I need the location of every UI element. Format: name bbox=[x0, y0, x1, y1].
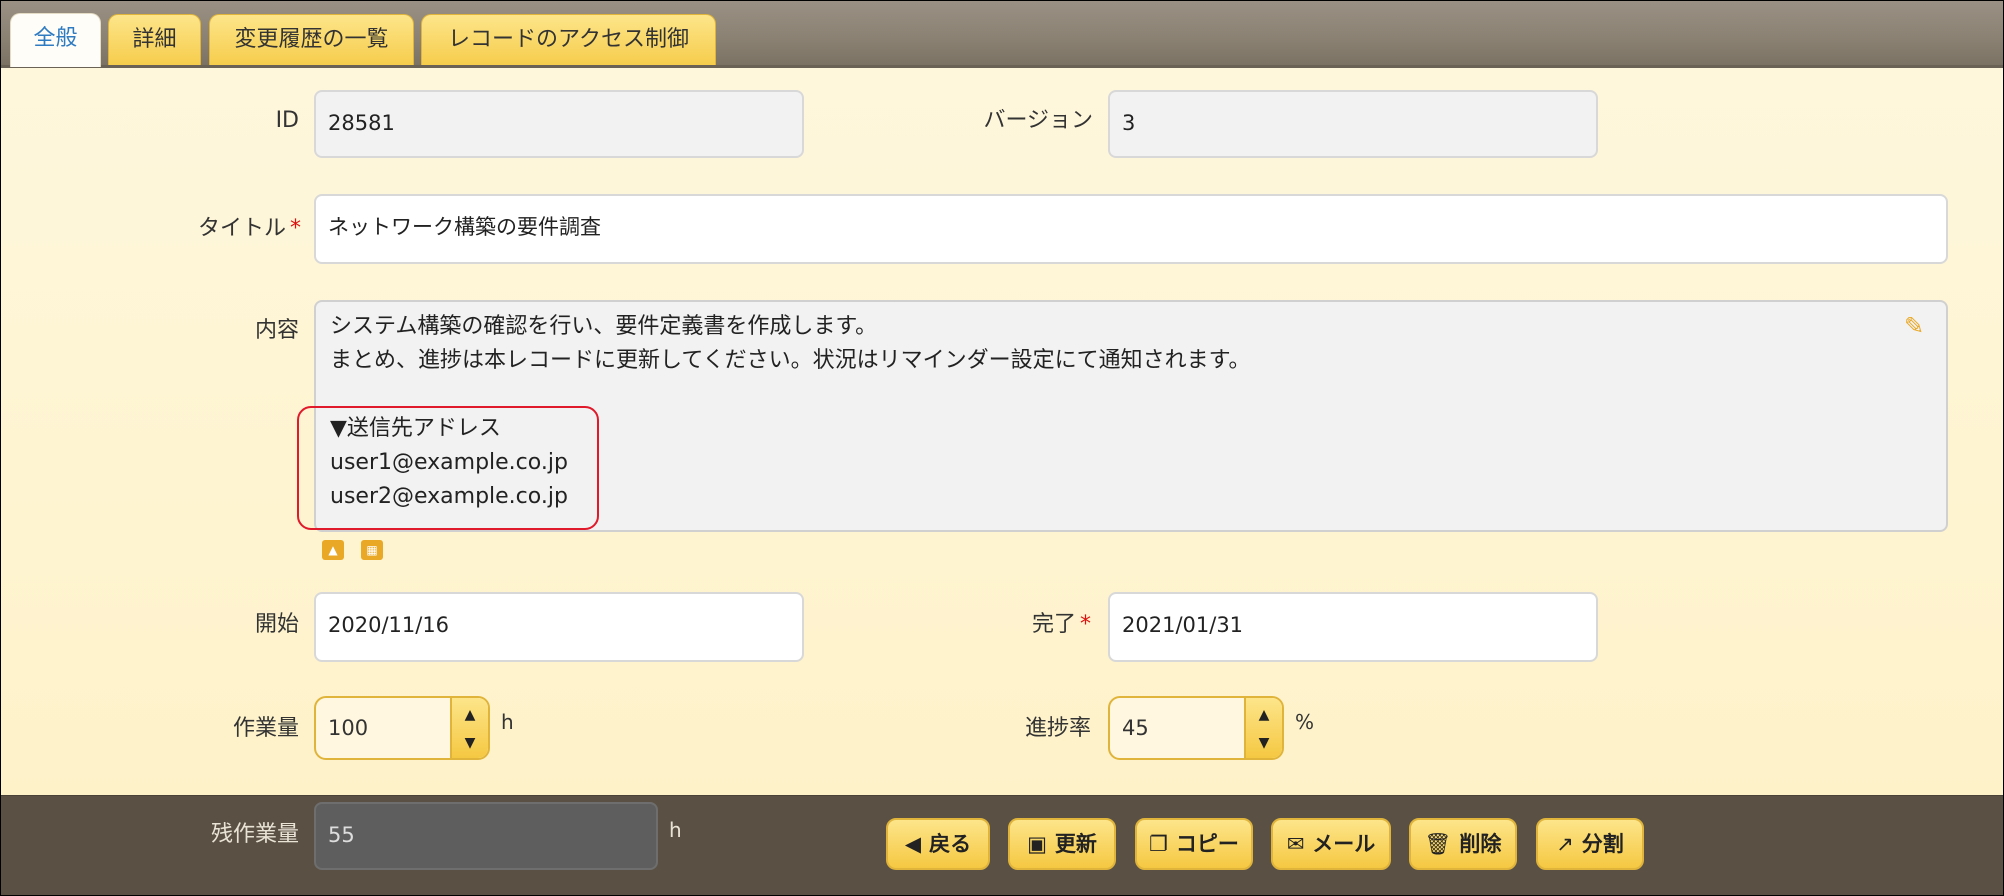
copy-button[interactable]: ❐ コピー bbox=[1135, 818, 1253, 870]
progress-unit: % bbox=[1295, 710, 1315, 734]
tab-general[interactable]: 全般 bbox=[10, 13, 101, 67]
progress-stepper[interactable]: 45 ▲ ▼ bbox=[1108, 696, 1284, 760]
split-button-label: 分割 bbox=[1581, 832, 1624, 856]
mail-button[interactable]: ✉ メール bbox=[1271, 818, 1391, 870]
delete-button-label: 削除 bbox=[1459, 832, 1502, 856]
end-date-input[interactable]: 2021/01/31 bbox=[1108, 592, 1598, 662]
body-line: システム構築の確認を行い、要件定義書を作成します。 bbox=[330, 314, 878, 339]
stepper-buttons: ▲ ▼ bbox=[450, 698, 488, 758]
end-label: 完了 * bbox=[961, 610, 1091, 640]
version-field: 3 bbox=[1108, 90, 1598, 158]
external-link-icon: ↗ bbox=[1556, 832, 1574, 856]
back-arrow-icon: ◀ bbox=[904, 832, 922, 856]
progress-label: 進捗率 bbox=[1024, 716, 1091, 741]
trash-icon: 🗑 bbox=[1424, 832, 1452, 856]
work-label: 作業量 bbox=[232, 716, 299, 741]
increment-icon[interactable]: ▲ bbox=[1246, 700, 1282, 730]
required-mark: * bbox=[290, 216, 301, 241]
general-tab-panel: ID 28581 バージョン 3 タイトル * ネットワーク構築の要件調査 内容 … bbox=[1, 68, 2003, 795]
back-button-label: 戻る bbox=[929, 832, 972, 856]
table-icon[interactable]: ▦ bbox=[361, 540, 383, 560]
title-label: タイトル * bbox=[151, 214, 301, 244]
mail-button-label: メール bbox=[1312, 832, 1376, 856]
save-icon: ▣ bbox=[1027, 832, 1047, 856]
pencil-icon[interactable]: ✎ bbox=[1904, 312, 1924, 340]
title-input[interactable]: ネットワーク構築の要件調査 bbox=[314, 194, 1948, 264]
split-button[interactable]: ↗ 分割 bbox=[1536, 818, 1644, 870]
id-field: 28581 bbox=[314, 90, 804, 158]
id-label: ID bbox=[275, 108, 299, 133]
footer-toolbar: 残作業量 55 h ◀ 戻る ▣ 更新 ❐ コピー ✉ メール 🗑 削除 ↗ 分割 bbox=[1, 795, 2003, 895]
end-label-text: 完了 bbox=[1031, 612, 1076, 637]
remaining-label: 残作業量 bbox=[210, 822, 299, 847]
remaining-field: 55 bbox=[314, 802, 658, 870]
tab-details[interactable]: 詳細 bbox=[108, 14, 201, 65]
back-button[interactable]: ◀ 戻る bbox=[886, 818, 990, 870]
tab-access-control[interactable]: レコードのアクセス制御 bbox=[421, 14, 716, 65]
start-date-input[interactable]: 2020/11/16 bbox=[314, 592, 804, 662]
increment-icon[interactable]: ▲ bbox=[452, 700, 488, 730]
mail-icon: ✉ bbox=[1286, 832, 1305, 856]
image-icon[interactable]: ▲ bbox=[322, 540, 344, 560]
body-label: 内容 bbox=[254, 318, 299, 343]
address-highlight-box bbox=[297, 406, 599, 530]
required-mark: * bbox=[1080, 612, 1091, 637]
remaining-unit: h bbox=[669, 818, 682, 842]
progress-value: 45 bbox=[1122, 716, 1149, 740]
start-label: 開始 bbox=[254, 612, 299, 637]
body-line: まとめ、進捗は本レコードに更新してください。状況はリマインダー設定にて通知されま… bbox=[330, 348, 1251, 373]
update-button-label: 更新 bbox=[1054, 832, 1097, 856]
version-label: バージョン bbox=[983, 108, 1093, 133]
copy-icon: ❐ bbox=[1149, 832, 1168, 856]
update-button[interactable]: ▣ 更新 bbox=[1008, 818, 1116, 870]
tab-bar: 全般 詳細 変更履歴の一覧 レコードのアクセス制御 bbox=[1, 1, 2003, 68]
work-value: 100 bbox=[328, 716, 369, 740]
stepper-buttons: ▲ ▼ bbox=[1244, 698, 1282, 758]
record-edit-window: 全般 詳細 変更履歴の一覧 レコードのアクセス制御 ID 28581 バージョン… bbox=[0, 0, 2004, 896]
decrement-icon[interactable]: ▼ bbox=[452, 728, 488, 758]
tab-change-history[interactable]: 変更履歴の一覧 bbox=[209, 14, 414, 65]
work-stepper[interactable]: 100 ▲ ▼ bbox=[314, 696, 490, 760]
copy-button-label: コピー bbox=[1175, 832, 1239, 856]
work-unit: h bbox=[501, 710, 514, 734]
delete-button[interactable]: 🗑 削除 bbox=[1409, 818, 1517, 870]
title-label-text: タイトル bbox=[197, 216, 286, 241]
decrement-icon[interactable]: ▼ bbox=[1246, 728, 1282, 758]
